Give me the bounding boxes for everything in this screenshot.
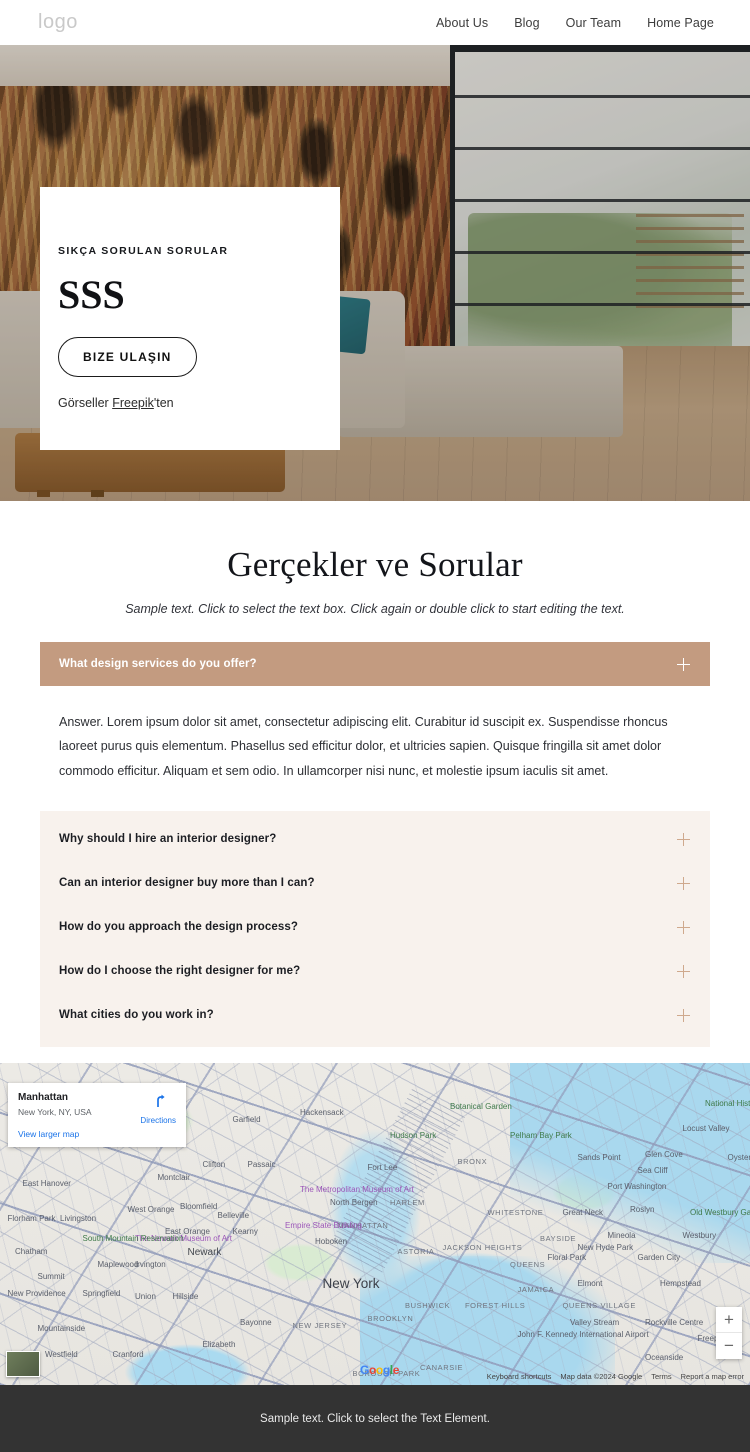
credit-prefix: Görseller xyxy=(58,396,112,410)
zoom-in-button[interactable]: + xyxy=(716,1307,742,1333)
faq-title: Gerçekler ve Sorular xyxy=(40,545,710,585)
google-map[interactable]: New YorkNewarkMANHATTANBROOKLYNQUEENSBRO… xyxy=(0,1063,750,1385)
plus-icon[interactable] xyxy=(677,658,690,671)
accordion-item-open[interactable]: What design services do you offer? xyxy=(40,642,710,686)
plus-icon[interactable] xyxy=(677,965,690,978)
street-view-thumbnail[interactable] xyxy=(6,1351,40,1377)
terms-link[interactable]: Terms xyxy=(651,1372,671,1381)
accordion-question: Why should I hire an interior designer? xyxy=(59,833,276,845)
accordion-answer: Answer. Lorem ipsum dolor sit amet, cons… xyxy=(40,686,710,783)
faq-subtitle: Sample text. Click to select the text bo… xyxy=(40,602,710,616)
directions-icon xyxy=(150,1093,166,1109)
plus-icon[interactable] xyxy=(677,877,690,890)
accordion-item-3[interactable]: How do you approach the design process? xyxy=(40,905,710,949)
accordion-question: How do you approach the design process? xyxy=(59,921,298,933)
view-larger-map-link[interactable]: View larger map xyxy=(18,1129,176,1139)
map-zoom-controls: + − xyxy=(716,1307,742,1359)
accordion-question: What cities do you work in? xyxy=(59,1009,214,1021)
nav-item-blog[interactable]: Blog xyxy=(514,16,539,30)
map-info-card: Manhattan New York, NY, USA View larger … xyxy=(8,1083,186,1147)
site-logo[interactable]: logo xyxy=(38,11,78,34)
hero-title: SSS xyxy=(58,275,302,315)
google-logo: Google xyxy=(360,1363,399,1377)
image-credit: Görseller Freepik'ten xyxy=(58,396,302,410)
contact-button[interactable]: BIZE ULAŞIN xyxy=(58,337,197,377)
page-root: logo About Us Blog Our Team Home Page xyxy=(0,0,750,1389)
nav-item-home-page[interactable]: Home Page xyxy=(647,16,714,30)
hero-eyebrow: SIKÇA SORULAN SORULAR xyxy=(58,245,302,257)
credit-suffix: 'ten xyxy=(154,396,174,410)
plus-icon[interactable] xyxy=(677,833,690,846)
accordion-question: Can an interior designer buy more than I… xyxy=(59,877,315,889)
nav-item-about-us[interactable]: About Us xyxy=(436,16,488,30)
zoom-out-button[interactable]: − xyxy=(716,1333,742,1359)
accordion-item-2[interactable]: Can an interior designer buy more than I… xyxy=(40,861,710,905)
accordion-item-5[interactable]: What cities do you work in? xyxy=(40,993,710,1037)
freepik-link[interactable]: Freepik xyxy=(112,396,154,410)
faq-section: Gerçekler ve Sorular Sample text. Click … xyxy=(0,501,750,1047)
main-nav: About Us Blog Our Team Home Page xyxy=(436,16,714,30)
accordion-question: What design services do you offer? xyxy=(59,658,257,670)
hero-section: SIKÇA SORULAN SORULAR SSS BIZE ULAŞIN Gö… xyxy=(0,45,750,501)
accordion-question: How do I choose the right designer for m… xyxy=(59,965,300,977)
nav-item-our-team[interactable]: Our Team xyxy=(566,16,621,30)
accordion-list: Why should I hire an interior designer? … xyxy=(40,811,710,1047)
site-footer: Sample text. Click to select the Text El… xyxy=(0,1385,750,1452)
plus-icon[interactable] xyxy=(677,1009,690,1022)
plus-icon[interactable] xyxy=(677,921,690,934)
accordion-item-4[interactable]: How do I choose the right designer for m… xyxy=(40,949,710,993)
directions-label: Directions xyxy=(140,1116,176,1125)
keyboard-shortcuts-link[interactable]: Keyboard shortcuts xyxy=(487,1372,552,1381)
site-header: logo About Us Blog Our Team Home Page xyxy=(0,0,750,45)
directions-button[interactable]: Directions xyxy=(140,1093,176,1125)
map-attribution: Keyboard shortcuts Map data ©2024 Google… xyxy=(487,1372,744,1381)
map-data-text: Map data ©2024 Google xyxy=(560,1372,642,1381)
footer-text: Sample text. Click to select the Text El… xyxy=(260,1413,490,1425)
accordion-item-1[interactable]: Why should I hire an interior designer? xyxy=(40,817,710,861)
hero-card: SIKÇA SORULAN SORULAR SSS BIZE ULAŞIN Gö… xyxy=(40,187,340,450)
report-map-error-link[interactable]: Report a map error xyxy=(681,1372,744,1381)
